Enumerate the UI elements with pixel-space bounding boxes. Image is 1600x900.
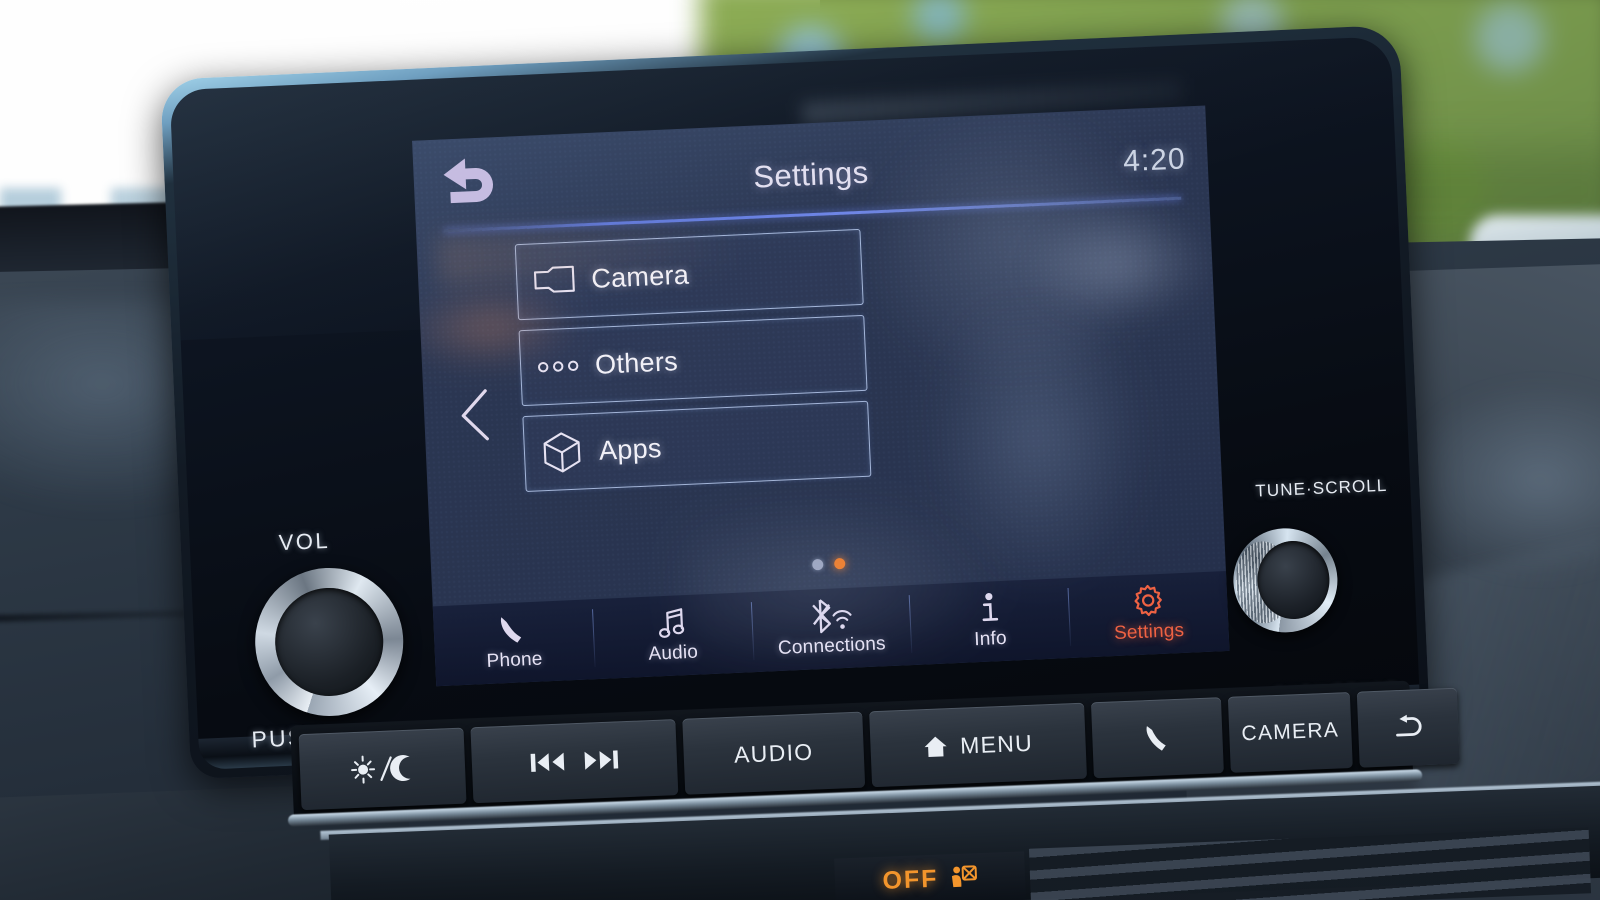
tab-phone[interactable]: Phone (433, 599, 595, 686)
day-night-icon (349, 753, 416, 786)
cube-icon (524, 430, 600, 475)
next-track-icon[interactable] (580, 746, 621, 774)
glass-reflection-warm (411, 283, 583, 372)
audio-button[interactable]: AUDIO (682, 711, 866, 795)
menu-item-label: Apps (598, 432, 663, 466)
touchscreen-display[interactable]: Settings 4:20 Camera (411, 105, 1230, 687)
glass-reflection (678, 484, 1017, 687)
camera-button[interactable]: CAMERA (1227, 691, 1353, 773)
audio-button-label: AUDIO (733, 738, 814, 768)
menu-button-label: MENU (959, 729, 1034, 759)
back-arrow-icon (1393, 714, 1424, 741)
back-button[interactable] (1356, 687, 1460, 768)
glass-reflection (1015, 200, 1221, 329)
chevron-left-icon[interactable] (457, 388, 493, 443)
tab-label: Settings (1113, 619, 1185, 645)
passenger-airbag-off-icon (947, 862, 978, 893)
infotainment-head-unit: Settings 4:20 Camera (160, 24, 1430, 780)
menu-item-apps[interactable]: Apps (522, 400, 872, 493)
phone-handset-icon (498, 613, 529, 646)
previous-track-icon[interactable] (527, 748, 568, 776)
phone-handset-icon (1143, 722, 1172, 753)
screenshot-root: Settings 4:20 Camera (0, 0, 1600, 900)
menu-item-label: Others (594, 345, 679, 380)
vol-label: VOL (278, 527, 331, 556)
phone-button[interactable] (1090, 697, 1224, 779)
camera-button-label: CAMERA (1241, 718, 1340, 746)
home-icon (923, 734, 948, 759)
airbag-indicator-panel: OFF (834, 851, 1026, 900)
menu-button[interactable]: MENU (869, 702, 1088, 788)
tab-label: Phone (486, 648, 544, 672)
airbag-off-label: OFF (881, 864, 940, 895)
track-skip-buttons[interactable] (470, 719, 679, 804)
display-mode-button[interactable] (298, 727, 467, 811)
